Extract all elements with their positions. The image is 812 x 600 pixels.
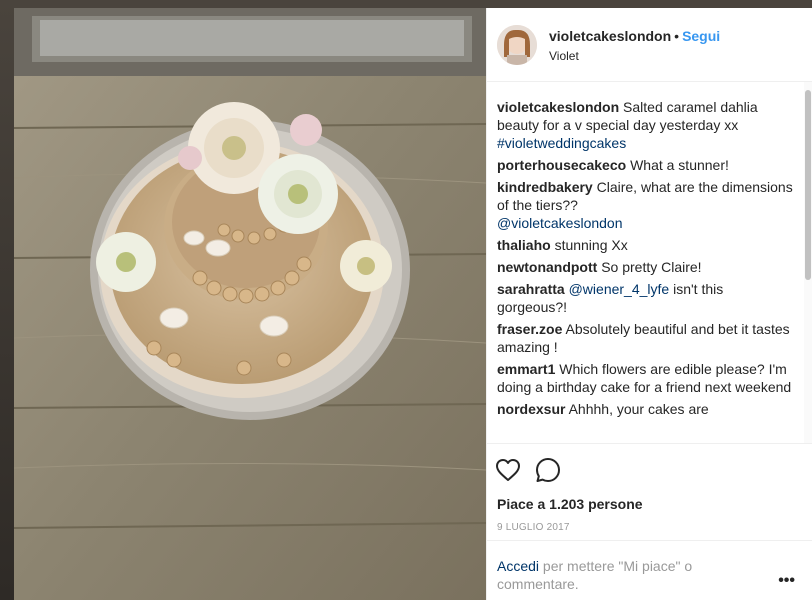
comments-scroll-thumb[interactable] [805,90,811,280]
comment-item: nordexsur Ahhhh, your cakes are [497,400,797,418]
more-options-button[interactable]: ••• [778,572,795,590]
cake-photo-illustration [14,8,486,600]
comment-item: violetcakeslondon Salted caramel dahlia … [497,98,797,152]
login-prompt: Accedi per mettere "Mi piace" o commenta… [487,540,812,600]
likes-count[interactable]: Piace a 1.203 persone [497,496,643,512]
comments-list[interactable]: violetcakeslondon Salted caramel dahlia … [487,82,805,443]
hashtag-link[interactable]: #violetweddingcakes [497,135,626,151]
action-icons [487,444,812,490]
comment-username[interactable]: newtonandpott [497,259,597,275]
post-actions: Piace a 1.203 persone 9 LUGLIO 2017 Acce… [487,443,812,600]
comment-username[interactable]: fraser.zoe [497,321,562,337]
like-button[interactable] [495,454,535,486]
comment-username[interactable]: violetcakeslondon [497,99,619,115]
header-line: violetcakeslondon • Segui [549,27,720,45]
header-text: violetcakeslondon • Segui Violet [549,27,720,63]
comment-button[interactable] [535,454,575,486]
comment-username[interactable]: kindredbakery [497,179,593,195]
mention-link[interactable]: @wiener_4_lyfe [569,281,670,297]
comment-text: What a stunner! [630,157,729,173]
comment-username[interactable]: thaliaho [497,237,551,253]
post-header: violetcakeslondon • Segui Violet [487,8,812,82]
login-link[interactable]: Accedi [497,558,539,574]
avatar-image [497,24,537,65]
heart-icon [496,459,520,481]
post-date: 9 LUGLIO 2017 [497,522,570,533]
comment-text: Ahhhh, your cakes are [568,401,709,417]
mention-link[interactable]: @violetcakeslondon [497,215,623,231]
header-full-name: Violet [549,48,579,63]
comment-username[interactable]: porterhousecakeco [497,157,626,173]
comment-text: So pretty Claire! [601,259,702,275]
post-sidebar: violetcakeslondon • Segui Violet violetcak… [486,8,812,600]
comment-text: stunning Xx [554,237,628,253]
comment-item: fraser.zoe Absolutely beautiful and bet … [497,320,797,356]
comment-item: emmart1 Which flowers are edible please?… [497,360,797,396]
post-modal: violetcakeslondon • Segui Violet violetcak… [14,8,812,600]
comment-username[interactable]: emmart1 [497,361,555,377]
comment-icon [536,458,560,482]
comment-item: kindredbakery Claire, what are the dimen… [497,178,797,232]
follow-button[interactable]: Segui [682,28,720,44]
comment-item: sarahratta @wiener_4_lyfe isn't this gor… [497,280,797,316]
comment-username[interactable]: nordexsur [497,401,565,417]
header-separator: • [674,27,680,44]
avatar[interactable] [497,24,537,65]
comment-item: thaliaho stunning Xx [497,236,797,254]
header-username[interactable]: violetcakeslondon [549,28,671,44]
post-photo[interactable] [14,8,486,600]
comment-item: newtonandpott So pretty Claire! [497,258,797,276]
comment-item: porterhousecakeco What a stunner! [497,156,797,174]
comment-username[interactable]: sarahratta [497,281,565,297]
